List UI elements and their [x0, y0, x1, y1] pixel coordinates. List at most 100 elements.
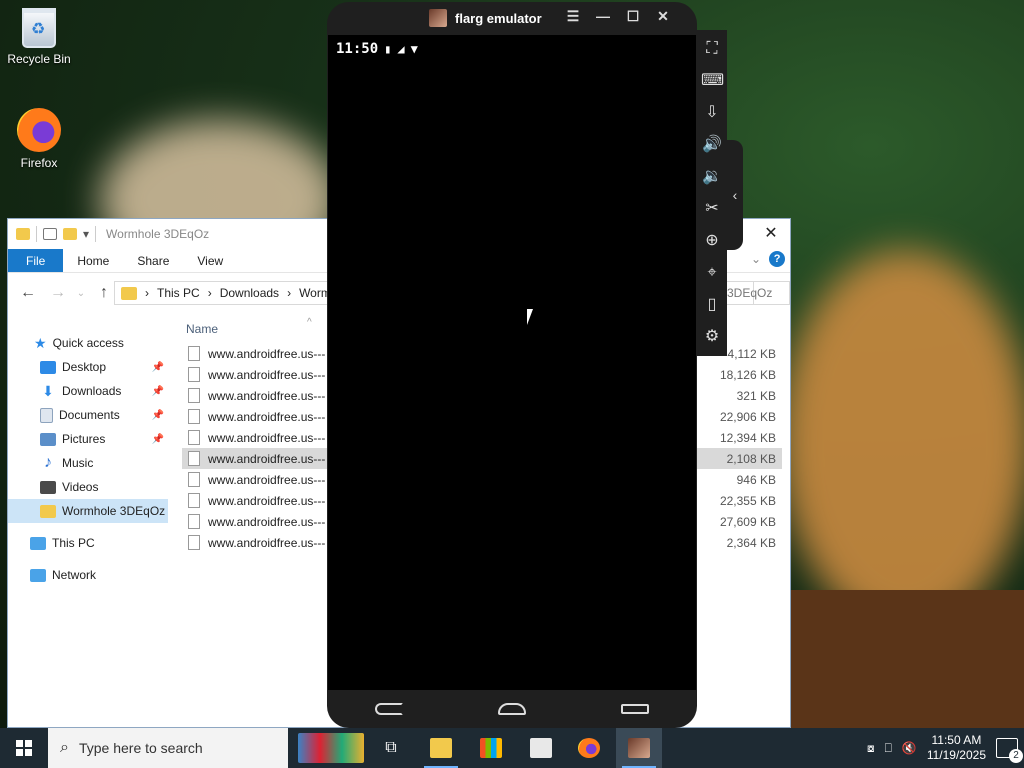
- close-button[interactable]: ✕: [652, 8, 674, 25]
- file-name: www.androidfree.us---: [208, 388, 326, 403]
- file-size: 18,126 KB: [719, 367, 776, 382]
- search-input[interactable]: 3DEqOz: [718, 281, 790, 305]
- keyboard-icon[interactable]: ⌨: [701, 70, 724, 92]
- sidebar-item-network[interactable]: Network: [8, 563, 168, 587]
- phone-status-bar: 11:50 ▮ ◢ ▼: [336, 41, 418, 57]
- back-icon[interactable]: [374, 703, 403, 715]
- file-size: 22,355 KB: [719, 493, 776, 508]
- expand-ribbon-chevron-icon[interactable]: ⌄: [751, 252, 761, 266]
- sidebar-item-desktop[interactable]: Desktop 📌: [8, 355, 168, 379]
- close-button[interactable]: ✕: [756, 223, 786, 245]
- breadcrumb-separator-icon: ›: [207, 286, 212, 300]
- back-arrow-icon[interactable]: ←: [16, 284, 40, 302]
- task-view-button[interactable]: ⧉: [368, 728, 414, 768]
- sidebar-item-label: Network: [52, 568, 97, 582]
- sidebar-item-pictures[interactable]: Pictures 📌: [8, 427, 168, 451]
- file-icon: [188, 430, 200, 445]
- network-icon[interactable]: ⎕: [885, 741, 892, 756]
- ribbon-right-controls: ⌄ ?: [751, 251, 786, 267]
- desktop-icon-label: Firefox: [20, 156, 58, 170]
- taskbar-store[interactable]: [468, 728, 514, 768]
- emulator-toolbar: ⛶ ⌨ ⇩ 🔊 🔉 ✂ ⊕ ⌖ ▯ ⚙: [697, 30, 727, 356]
- tab-file[interactable]: File: [8, 249, 64, 272]
- cell-signal-icon: ◢: [397, 42, 405, 56]
- pin-icon[interactable]: 📌: [152, 386, 164, 397]
- notification-count-badge: 2: [1009, 749, 1023, 763]
- new-folder-icon[interactable]: [63, 228, 77, 240]
- maximize-button[interactable]: ☐: [622, 8, 644, 25]
- settings-gear-icon[interactable]: ⚙: [701, 326, 723, 348]
- file-size: 2,364 KB: [726, 535, 776, 550]
- shake-icon[interactable]: ▯: [701, 294, 723, 316]
- taskbar-firefox[interactable]: [566, 728, 612, 768]
- pin-icon[interactable]: 📌: [152, 362, 164, 373]
- volume-down-icon[interactable]: 🔉: [701, 166, 723, 188]
- file-icon: [188, 388, 200, 403]
- wallpaper-puppy-right: [780, 250, 1024, 630]
- chevron-down-icon[interactable]: ▾: [83, 227, 89, 241]
- minimize-button[interactable]: —: [592, 8, 614, 24]
- file-explorer-icon: [430, 738, 452, 758]
- windows-logo-icon: [16, 740, 32, 756]
- file-icon: [188, 409, 200, 424]
- desktop-icon-recycle-bin[interactable]: Recycle Bin: [0, 8, 78, 66]
- taskbar-search-box[interactable]: ⌕ Type here to search: [48, 728, 364, 768]
- pin-icon[interactable]: 📌: [152, 434, 164, 445]
- sidebar-item-label: Wormhole 3DEqOz: [62, 504, 166, 518]
- music-note-icon: ♪: [44, 454, 52, 471]
- volume-up-icon[interactable]: 🔊: [701, 134, 723, 156]
- desktop-icon-label: Recycle Bin: [7, 52, 71, 66]
- divider: [95, 226, 97, 242]
- scissors-screenshot-icon[interactable]: ✂: [701, 198, 723, 220]
- tab-view[interactable]: View: [183, 249, 237, 272]
- sidebar-item-downloads[interactable]: ⬇ Downloads 📌: [8, 379, 168, 403]
- clock[interactable]: 11:50 AM 11/19/2025: [927, 733, 986, 763]
- sidebar-item-documents[interactable]: Documents 📌: [8, 403, 168, 427]
- pin-icon[interactable]: 📌: [152, 410, 164, 421]
- mail-icon: [530, 738, 552, 758]
- menu-icon[interactable]: ☰: [562, 8, 584, 25]
- file-icon: [188, 514, 200, 529]
- notification-center-icon[interactable]: 2: [996, 738, 1023, 763]
- volume-muted-icon[interactable]: 🔇: [902, 741, 917, 755]
- multi-instance-icon[interactable]: ⊕: [701, 230, 723, 252]
- forward-arrow-icon[interactable]: →: [46, 284, 70, 302]
- breadcrumb-downloads[interactable]: Downloads: [220, 286, 279, 300]
- taskbar-mail[interactable]: [518, 728, 564, 768]
- sidebar-item-quick-access[interactable]: ★ Quick access: [8, 331, 168, 355]
- sidebar-item-this-pc[interactable]: This PC: [8, 531, 168, 555]
- file-name: www.androidfree.us---: [208, 472, 326, 487]
- file-icon: [188, 451, 200, 466]
- mouse-cursor-icon: [527, 309, 539, 325]
- videos-icon: [40, 480, 56, 494]
- sidebar-item-music[interactable]: ♪ Music: [8, 451, 168, 475]
- file-size: 2,108 KB: [726, 451, 776, 466]
- taskbar-flarg-emulator[interactable]: [616, 728, 662, 768]
- start-button[interactable]: [0, 728, 48, 768]
- phone-screen[interactable]: 11:50 ▮ ◢ ▼: [328, 35, 696, 690]
- help-icon[interactable]: ?: [769, 251, 786, 267]
- fullscreen-icon[interactable]: ⛶: [701, 38, 723, 60]
- recent-locations-chevron-icon[interactable]: ⌄: [76, 288, 86, 299]
- breadcrumb-this-pc[interactable]: This PC: [157, 286, 200, 300]
- phone-navigation-bar: [327, 690, 697, 728]
- sidebar-item-videos[interactable]: Videos: [8, 475, 168, 499]
- taskbar-file-explorer[interactable]: [418, 728, 464, 768]
- install-apk-icon[interactable]: ⇩: [701, 102, 723, 124]
- recent-apps-icon[interactable]: [621, 704, 650, 714]
- desktop-folder-icon: [40, 360, 56, 374]
- desktop-icon-firefox[interactable]: Firefox: [0, 108, 78, 170]
- file-name: www.androidfree.us---: [208, 367, 326, 382]
- sidebar-item-wormhole-3deqoz[interactable]: Wormhole 3DEqOz: [8, 499, 168, 523]
- firefox-icon: [17, 108, 61, 152]
- up-arrow-icon[interactable]: ↑: [92, 284, 116, 302]
- sidebar-item-label: Desktop: [62, 360, 107, 374]
- properties-icon[interactable]: [43, 228, 57, 240]
- collapse-toolbar-chevron-icon[interactable]: ‹: [727, 140, 743, 250]
- location-pin-icon[interactable]: ⌖: [701, 262, 723, 284]
- home-icon[interactable]: [497, 703, 526, 715]
- tab-share[interactable]: Share: [123, 249, 183, 272]
- meet-now-icon[interactable]: ⧇: [867, 741, 875, 756]
- tab-home[interactable]: Home: [63, 249, 123, 272]
- sort-ascending-icon: ^: [307, 317, 312, 328]
